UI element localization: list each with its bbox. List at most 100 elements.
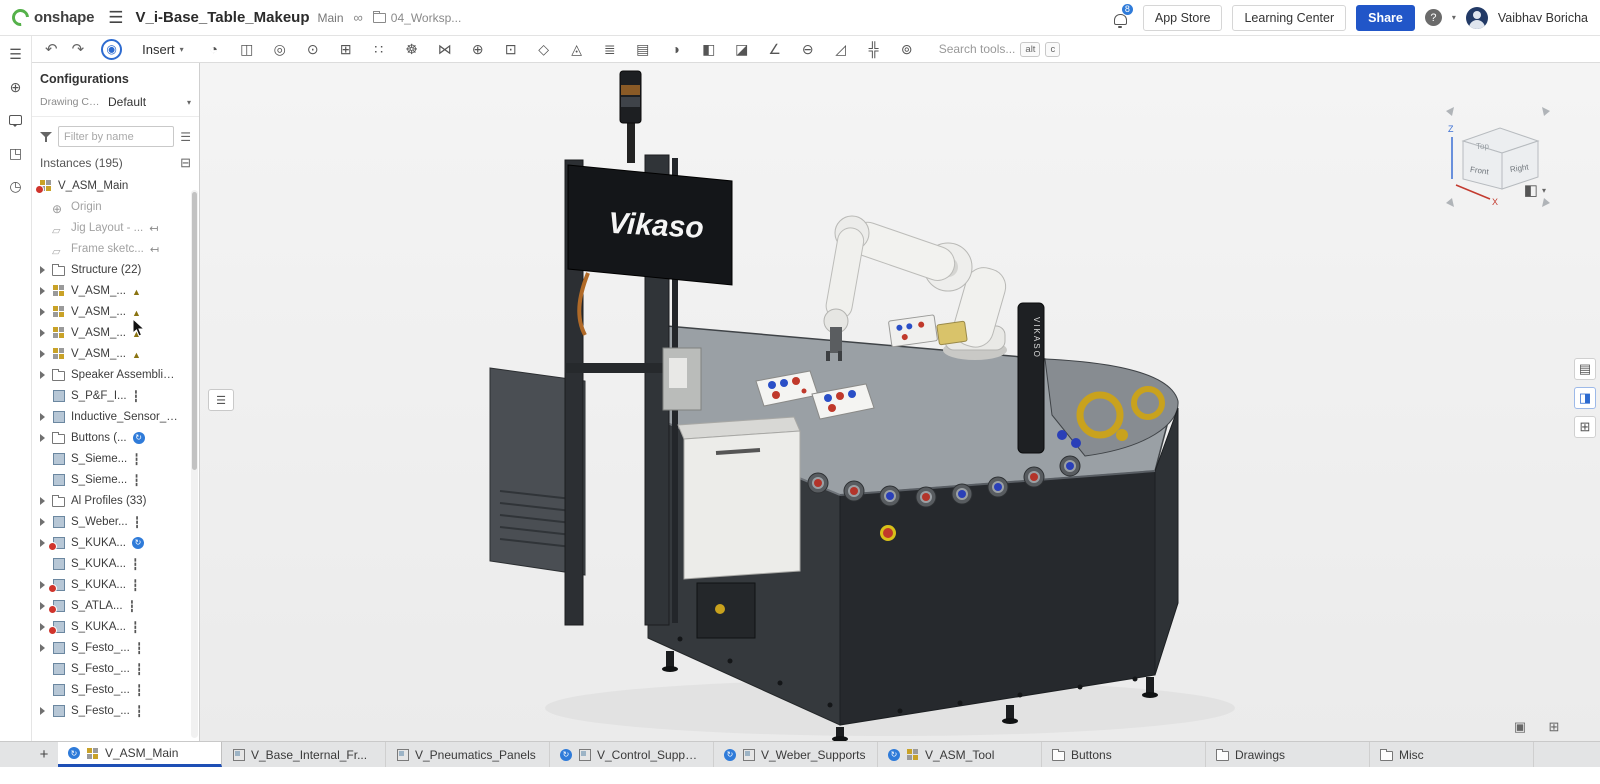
- print-icon[interactable]: ▣: [1510, 717, 1530, 737]
- learning-center-button[interactable]: Learning Center: [1232, 5, 1346, 31]
- named-positions-icon[interactable]: ≣: [600, 39, 620, 59]
- mate-icon[interactable]: ◔: [204, 39, 224, 59]
- tree-item[interactable]: Origin: [32, 196, 199, 217]
- view-cube[interactable]: Top Front Right Z X: [1438, 83, 1558, 233]
- section-view-icon[interactable]: ◪: [732, 39, 752, 59]
- tree-item[interactable]: Speaker Assemblie...: [32, 364, 199, 385]
- instances-list-toggle[interactable]: ☰: [208, 389, 234, 411]
- link-icon[interactable]: ∞: [354, 10, 363, 25]
- mirror-icon[interactable]: ⋈: [435, 39, 455, 59]
- linear-pattern-icon[interactable]: ∷: [369, 39, 389, 59]
- document-tab[interactable]: Buttons: [1042, 742, 1206, 767]
- expand-chevron-icon[interactable]: [40, 261, 50, 279]
- fasten-mate-icon[interactable]: ⊙: [303, 39, 323, 59]
- tree-item[interactable]: Al Profiles (33): [32, 490, 199, 511]
- tree-item[interactable]: S_Sieme...: [32, 469, 199, 490]
- history-icon[interactable]: ◷: [4, 175, 28, 197]
- expand-chevron-icon[interactable]: [40, 702, 50, 720]
- parts-cube-icon[interactable]: ◳: [4, 142, 28, 164]
- document-tab[interactable]: V_Base_Internal_Fr...: [222, 742, 386, 767]
- expand-chevron-icon[interactable]: [40, 492, 50, 510]
- tree-item[interactable]: S_Weber...: [32, 511, 199, 532]
- tree-item[interactable]: Jig Layout - ...: [32, 217, 199, 238]
- document-title[interactable]: V_i-Base_Table_Makeup: [136, 9, 310, 26]
- revolute-mate-icon[interactable]: ◎: [270, 39, 290, 59]
- undo-icon[interactable]: ↶: [45, 40, 58, 58]
- tree-item[interactable]: Structure (22): [32, 259, 199, 280]
- grid-snapshot-icon[interactable]: ⊞: [1544, 717, 1564, 737]
- feature-list-icon[interactable]: ☰: [4, 43, 28, 65]
- config-caret-icon[interactable]: ▾: [187, 98, 191, 107]
- tree-item[interactable]: S_Festo_...: [32, 679, 199, 700]
- tree-item[interactable]: V_ASM_...: [32, 301, 199, 322]
- document-tab[interactable]: V_Pneumatics_Panels: [386, 742, 550, 767]
- drawing-config-select[interactable]: Default: [108, 95, 183, 109]
- display-states-icon[interactable]: ◧: [699, 39, 719, 59]
- expand-chevron-icon[interactable]: [40, 324, 50, 342]
- view-cube-top-label[interactable]: Top: [1476, 142, 1489, 151]
- document-tab[interactable]: V_Control_Supports: [550, 742, 714, 767]
- list-options-icon[interactable]: ☰: [180, 130, 191, 144]
- viewport-3d-scene[interactable]: Vikaso: [200, 63, 1600, 741]
- frame-icon[interactable]: ╬: [864, 39, 884, 59]
- help-caret-icon[interactable]: ▾: [1452, 13, 1456, 22]
- workspace-branch[interactable]: Main: [318, 11, 344, 25]
- tree-item[interactable]: S_KUKA...: [32, 553, 199, 574]
- expand-chevron-icon[interactable]: [40, 513, 50, 531]
- tree-item[interactable]: S_Sieme...: [32, 448, 199, 469]
- expand-chevron-icon[interactable]: [40, 408, 50, 426]
- redo-icon[interactable]: ↷: [72, 40, 85, 58]
- tree-item[interactable]: S_Festo_...: [32, 637, 199, 658]
- onshape-logo-icon[interactable]: [9, 6, 33, 30]
- measure-icon[interactable]: ∠: [765, 39, 785, 59]
- document-tab[interactable]: V_ASM_Main: [58, 742, 222, 767]
- tree-item[interactable]: S_ATLA...: [32, 595, 199, 616]
- document-tab[interactable]: Misc: [1370, 742, 1534, 767]
- comments-icon[interactable]: [4, 109, 28, 131]
- transform-icon[interactable]: ⊕: [4, 76, 28, 98]
- tree-item[interactable]: S_Festo_...: [32, 658, 199, 679]
- bom-panel-icon[interactable]: ▤: [1574, 358, 1596, 380]
- panel-scrollbar[interactable]: [191, 190, 198, 738]
- group-icon[interactable]: ◫: [237, 39, 257, 59]
- expand-chevron-icon[interactable]: [40, 366, 50, 384]
- tree-options-icon[interactable]: ⊟: [180, 155, 191, 171]
- circular-pattern-icon[interactable]: ☸: [402, 39, 422, 59]
- workspace-folder-label[interactable]: 04_Worksp...: [391, 11, 461, 25]
- tree-item[interactable]: S_P&F_I...: [32, 385, 199, 406]
- tree-item[interactable]: V_ASM_...: [32, 280, 199, 301]
- share-button[interactable]: Share: [1356, 5, 1415, 31]
- tree-item[interactable]: V_ASM_Main: [32, 175, 199, 196]
- tree-item[interactable]: S_KUKA...: [32, 532, 199, 553]
- help-icon[interactable]: ?: [1425, 9, 1442, 26]
- add-tab-button[interactable]: +: [30, 742, 58, 767]
- notifications-button[interactable]: 8: [1111, 8, 1131, 28]
- bom-icon[interactable]: ▤: [633, 39, 653, 59]
- tree-item[interactable]: Inductive_Sensor_x...: [32, 406, 199, 427]
- document-tab[interactable]: V_ASM_Tool: [878, 742, 1042, 767]
- snapshot-icon[interactable]: ◇: [534, 39, 554, 59]
- document-tab[interactable]: V_Weber_Supports: [714, 742, 878, 767]
- expand-chevron-icon[interactable]: [40, 303, 50, 321]
- appearance-icon[interactable]: ◑: [666, 39, 686, 59]
- sheet-metal-icon[interactable]: ◿: [831, 39, 851, 59]
- app-store-button[interactable]: App Store: [1143, 5, 1223, 31]
- scrollbar-thumb[interactable]: [192, 192, 197, 470]
- expand-chevron-icon[interactable]: [40, 639, 50, 657]
- insert-button[interactable]: Insert ▾: [142, 42, 184, 57]
- mate-connector-icon[interactable]: ⊕: [468, 39, 488, 59]
- active-tool-icon[interactable]: ◉: [101, 39, 122, 60]
- tree-item[interactable]: V_ASM_...: [32, 343, 199, 364]
- expand-chevron-icon[interactable]: [40, 429, 50, 447]
- graphics-area[interactable]: Vikaso: [200, 63, 1600, 741]
- expand-chevron-icon[interactable]: [40, 345, 50, 363]
- filter-by-name-input[interactable]: [58, 126, 174, 147]
- tree-item[interactable]: Frame sketc...: [32, 238, 199, 259]
- tree-item[interactable]: V_ASM_...: [32, 322, 199, 343]
- tree-item[interactable]: Buttons (...: [32, 427, 199, 448]
- document-tab[interactable]: Drawings: [1206, 742, 1370, 767]
- tree-item[interactable]: S_Festo_...: [32, 700, 199, 721]
- hole-icon[interactable]: ⊚: [897, 39, 917, 59]
- mass-properties-icon[interactable]: ⊖: [798, 39, 818, 59]
- search-tools-button[interactable]: Search tools... alt c: [939, 42, 1061, 57]
